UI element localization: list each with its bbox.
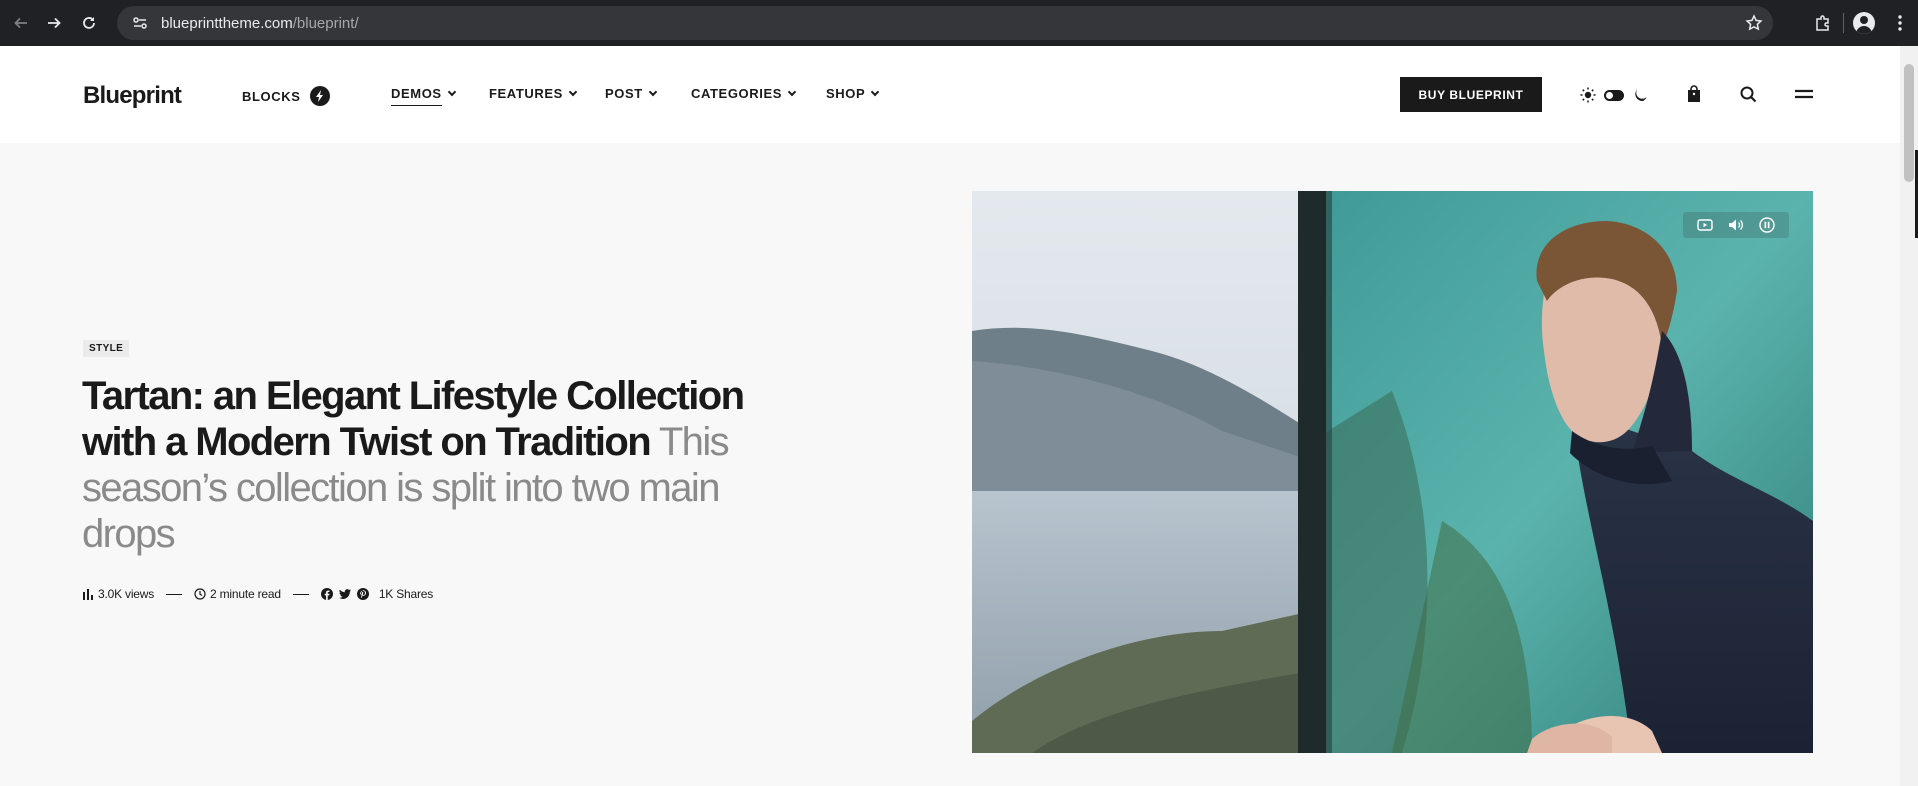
extensions-icon[interactable] bbox=[1805, 6, 1841, 40]
read-time-meta: 2 minute read bbox=[194, 587, 281, 601]
forward-icon[interactable] bbox=[37, 6, 71, 40]
hero-video[interactable] bbox=[972, 191, 1813, 753]
buy-blueprint-button[interactable]: BUY BLUEPRINT bbox=[1400, 77, 1542, 112]
menu-post[interactable]: POST bbox=[605, 86, 658, 101]
post-title: Tartan: an Elegant Lifestyle Collection … bbox=[82, 374, 745, 464]
menu-categories-label: CATEGORIES bbox=[691, 86, 782, 101]
chevron-down-icon bbox=[871, 87, 880, 96]
pinterest-icon[interactable] bbox=[356, 588, 369, 600]
menu-features[interactable]: FEATURES bbox=[489, 86, 578, 101]
reload-icon[interactable] bbox=[72, 6, 106, 40]
toolbar-divider bbox=[1843, 13, 1844, 33]
menu-shop[interactable]: SHOP bbox=[826, 86, 880, 101]
pause-icon[interactable] bbox=[1756, 214, 1778, 236]
menu-demos-label: DEMOS bbox=[391, 86, 442, 106]
post-headline[interactable]: Tartan: an Elegant Lifestyle Collection … bbox=[82, 373, 782, 557]
menu-post-label: POST bbox=[605, 86, 643, 101]
volume-icon[interactable] bbox=[1725, 214, 1747, 236]
site-logo[interactable]: Blueprint bbox=[83, 82, 182, 110]
views-meta: 3.0K views bbox=[82, 587, 154, 601]
video-controls bbox=[1683, 212, 1789, 238]
url-path: /blueprint/ bbox=[292, 14, 359, 32]
more-menu-icon[interactable] bbox=[1882, 6, 1918, 40]
hamburger-menu-icon[interactable] bbox=[1795, 89, 1813, 99]
profile-avatar[interactable] bbox=[1846, 6, 1882, 40]
search-icon[interactable] bbox=[1740, 86, 1757, 103]
site-header: Blueprint BLOCKS DEMOS FEATURES POST CAT… bbox=[0, 46, 1900, 143]
chevron-down-icon bbox=[648, 87, 658, 96]
category-tag[interactable]: STYLE bbox=[83, 340, 130, 357]
views-count: 3.0K views bbox=[98, 587, 155, 601]
page-scrollbar[interactable] bbox=[1900, 46, 1918, 786]
shares-count: 1K Shares bbox=[378, 587, 434, 601]
bookmark-star-icon[interactable] bbox=[1745, 6, 1763, 40]
youtube-play-icon[interactable] bbox=[1694, 214, 1716, 236]
site-info-icon[interactable] bbox=[123, 6, 157, 40]
moon-icon bbox=[1632, 87, 1648, 103]
theme-toggle[interactable] bbox=[1604, 90, 1624, 101]
share-links: 1K Shares bbox=[320, 587, 434, 601]
address-bar[interactable]: blueprinttheme.com/blueprint/ bbox=[117, 6, 1773, 40]
read-time: 2 minute read bbox=[210, 587, 281, 601]
lightning-icon bbox=[309, 86, 330, 106]
shopping-bag-icon[interactable] bbox=[1686, 85, 1702, 103]
chevron-down-icon bbox=[447, 87, 456, 96]
chevron-down-icon bbox=[568, 87, 578, 96]
facebook-icon[interactable] bbox=[320, 588, 333, 600]
menu-blocks[interactable]: BLOCKS bbox=[242, 86, 330, 106]
back-icon[interactable] bbox=[4, 6, 38, 40]
url-text[interactable]: blueprinttheme.com/blueprint/ bbox=[161, 15, 359, 32]
meta-divider bbox=[292, 593, 309, 595]
clock-icon bbox=[194, 588, 206, 600]
post-meta: 3.0K views 2 minute read 1K Shares bbox=[82, 587, 433, 601]
sun-icon bbox=[1580, 87, 1596, 103]
video-frame-image bbox=[972, 191, 1813, 753]
menu-features-label: FEATURES bbox=[489, 86, 563, 101]
bar-chart-icon bbox=[83, 589, 93, 600]
menu-blocks-label: BLOCKS bbox=[242, 88, 301, 104]
page: Blueprint BLOCKS DEMOS FEATURES POST CAT… bbox=[0, 46, 1900, 786]
menu-demos[interactable]: DEMOS bbox=[391, 81, 456, 106]
menu-categories[interactable]: CATEGORIES bbox=[691, 86, 797, 101]
scrollbar-thumb[interactable] bbox=[1904, 64, 1914, 182]
chevron-down-icon bbox=[787, 87, 797, 96]
twitter-icon[interactable] bbox=[338, 588, 351, 600]
meta-divider bbox=[166, 593, 183, 595]
url-domain: blueprinttheme.com bbox=[161, 14, 293, 32]
browser-toolbar: blueprinttheme.com/blueprint/ bbox=[0, 0, 1918, 46]
menu-shop-label: SHOP bbox=[826, 86, 866, 101]
